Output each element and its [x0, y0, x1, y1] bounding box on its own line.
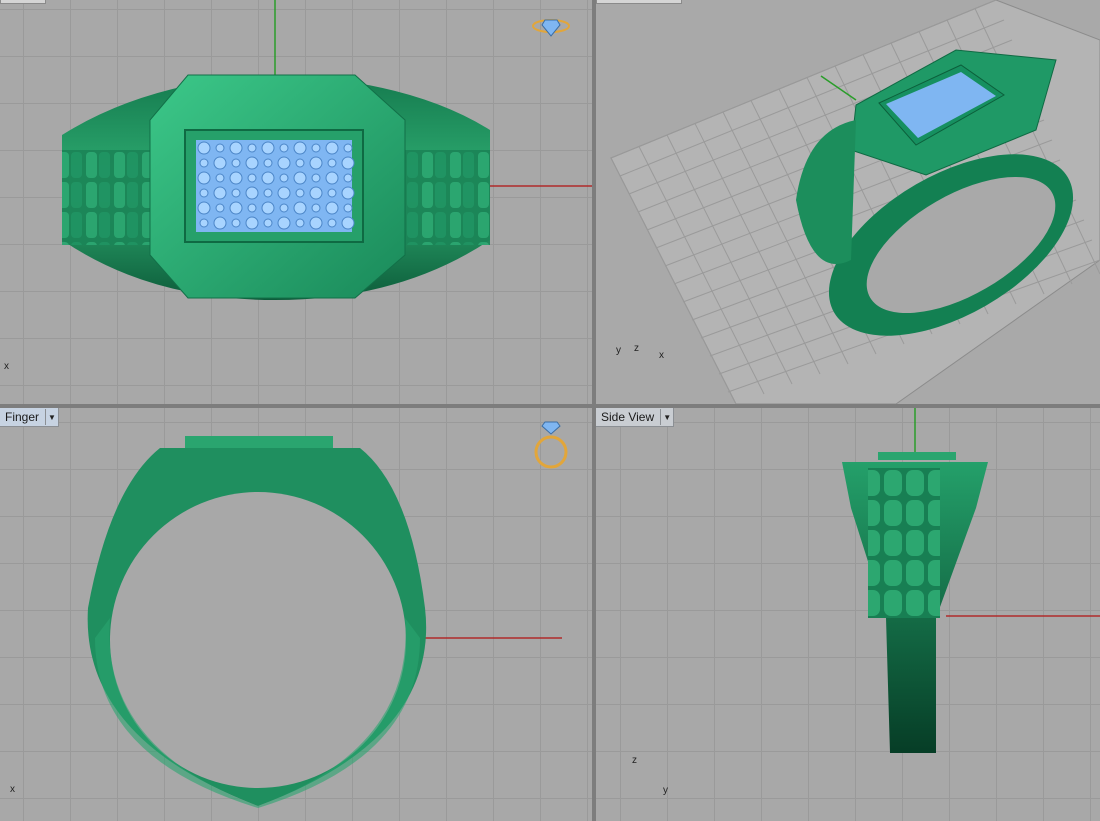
axis-z-glyph: z: [634, 343, 639, 354]
gem: [245, 216, 259, 230]
front-viewport[interactable]: Finger ▼ x: [0, 408, 592, 821]
perspective-viewport[interactable]: y z x: [596, 0, 1100, 404]
gem: [295, 188, 305, 198]
gem: [295, 218, 305, 228]
gem: [247, 173, 257, 183]
axis-x-glyph: x: [4, 361, 9, 372]
gem: [229, 171, 243, 185]
gem: [325, 141, 339, 155]
gem: [327, 218, 337, 228]
ring-icon[interactable]: [530, 416, 574, 472]
gem: [341, 216, 355, 230]
gem: [229, 201, 243, 215]
gem: [279, 173, 289, 183]
gem: [343, 173, 353, 183]
gem: [343, 203, 353, 213]
gem: [277, 186, 291, 200]
gem: [199, 218, 209, 228]
gem: [245, 186, 259, 200]
gem: [293, 201, 307, 215]
gem: [261, 201, 275, 215]
gem: [325, 171, 339, 185]
gem: [231, 158, 241, 168]
axis-x-glyph: x: [10, 784, 15, 795]
gem: [277, 156, 291, 170]
gem: [311, 203, 321, 213]
gem: [199, 188, 209, 198]
gem: [309, 216, 323, 230]
top-viewport[interactable]: x: [0, 0, 592, 404]
gem: [231, 188, 241, 198]
gem: [341, 156, 355, 170]
axis-x-glyph: x: [659, 350, 664, 361]
axis-z-glyph: z: [632, 755, 637, 766]
gem: [325, 201, 339, 215]
gem: [263, 188, 273, 198]
gem: [213, 156, 227, 170]
gem: [229, 141, 243, 155]
gem: [343, 143, 353, 153]
gem: [197, 201, 211, 215]
gem: [311, 143, 321, 153]
gem: [309, 156, 323, 170]
gem: [327, 188, 337, 198]
axis-y-glyph: y: [616, 345, 621, 356]
gem: [231, 218, 241, 228]
gem: [279, 143, 289, 153]
head-plate-edge: [185, 436, 333, 448]
gem: [261, 171, 275, 185]
gem: [261, 141, 275, 155]
gem: [247, 203, 257, 213]
gem: [213, 216, 227, 230]
gem: [215, 173, 225, 183]
side-view-scene: [842, 408, 1100, 753]
gem: [293, 141, 307, 155]
gem: [197, 141, 211, 155]
gem: [263, 218, 273, 228]
gem: [277, 216, 291, 230]
gem: [215, 143, 225, 153]
gem: [197, 171, 211, 185]
left-weave: [62, 150, 157, 245]
gem: [199, 158, 209, 168]
gem: [245, 156, 259, 170]
gem: [215, 203, 225, 213]
gem-icon[interactable]: [530, 14, 572, 38]
perspective-view-scene: [610, 0, 1100, 404]
top-view-scene: [62, 0, 592, 300]
gem: [341, 186, 355, 200]
gem: [327, 158, 337, 168]
gem: [247, 143, 257, 153]
gem: [263, 158, 273, 168]
axis-y-glyph: y: [663, 785, 668, 796]
gem: [279, 203, 289, 213]
gem: [309, 186, 323, 200]
gem: [311, 173, 321, 183]
side-weave: [868, 468, 940, 618]
front-view-scene: [87, 436, 562, 808]
side-viewport[interactable]: Side View ▼ z y: [596, 408, 1100, 821]
gem: [293, 171, 307, 185]
right-weave: [405, 150, 490, 245]
gem: [213, 186, 227, 200]
gem: [295, 158, 305, 168]
